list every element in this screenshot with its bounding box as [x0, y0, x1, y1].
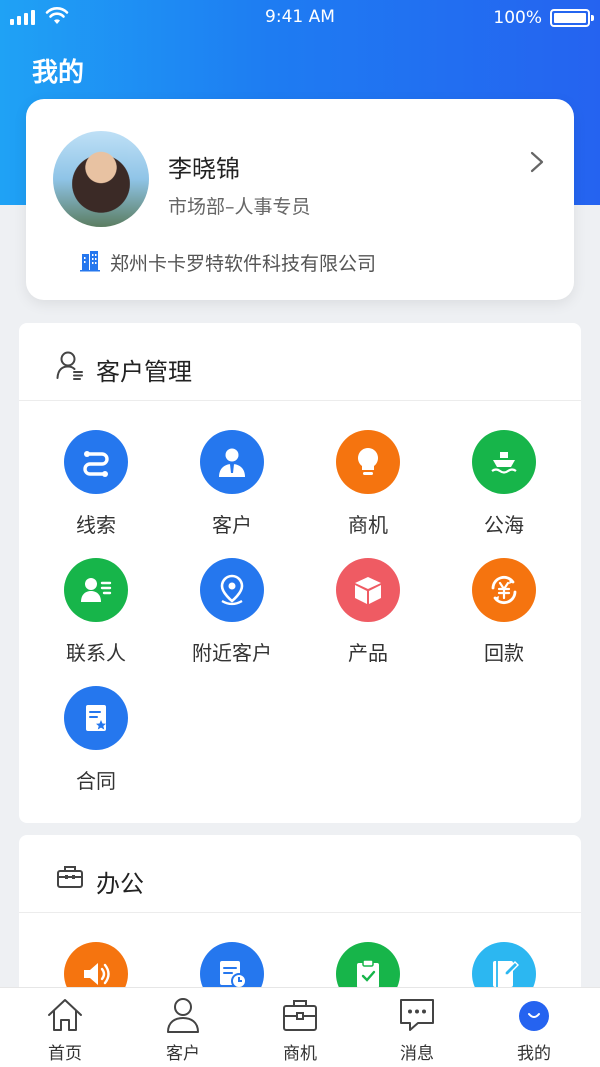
user-manage-icon	[56, 351, 83, 380]
tab-label: 我的	[517, 1044, 551, 1064]
tab-label: 商机	[283, 1044, 317, 1064]
company-name: 郑州卡卡罗特软件科技有限公司	[110, 253, 377, 275]
tab-messages[interactable]: 消息	[357, 988, 477, 1067]
customer-management-section: 客户管理 线索 客户 商机 公海 联系人 附近客户 产品 回款 合同	[19, 323, 581, 823]
grid-item-label: 客户	[212, 513, 252, 537]
briefcase-icon	[283, 1000, 317, 1031]
battery-icon	[550, 9, 594, 27]
status-bar: 9:41 AM 100%	[0, 0, 600, 36]
tab-customers[interactable]: 客户	[123, 988, 243, 1067]
grid-item-contacts[interactable]: 联系人	[28, 558, 164, 678]
section-header: 办公	[19, 835, 581, 913]
tab-label: 消息	[400, 1044, 434, 1064]
grid-item-leads[interactable]: 线索	[28, 430, 164, 550]
contact-card-icon	[64, 558, 128, 622]
grid-item-label: 联系人	[66, 641, 126, 665]
tab-home[interactable]: 首页	[5, 988, 125, 1067]
grid-item-label: 产品	[348, 641, 388, 665]
home-icon	[48, 999, 82, 1031]
grid-item-contracts[interactable]: 合同	[28, 686, 164, 806]
me-icon	[519, 1001, 549, 1031]
ship-icon	[472, 430, 536, 494]
grid-item-public-pool[interactable]: 公海	[436, 430, 572, 550]
grid-item-label: 公海	[484, 513, 524, 537]
battery-percent: 100%	[493, 8, 542, 28]
grid-item-customers[interactable]: 客户	[164, 430, 300, 550]
grid-item-opportunities[interactable]: 商机	[300, 430, 436, 550]
yuan-refresh-icon	[472, 558, 536, 622]
grid-item-label: 附近客户	[192, 641, 272, 665]
lightbulb-icon	[336, 430, 400, 494]
page-title: 我的	[32, 58, 85, 88]
grid-item-label: 商机	[348, 513, 388, 537]
office-section: 办公	[19, 835, 581, 1005]
box-icon	[336, 558, 400, 622]
section-header: 客户管理	[19, 323, 581, 401]
avatar[interactable]	[53, 131, 149, 227]
chat-bubble-icon	[400, 999, 434, 1031]
building-icon	[80, 251, 100, 272]
user-department: 市场部–人事专员	[168, 196, 311, 218]
grid-item-label: 线索	[76, 513, 116, 537]
grid-item-label: 合同	[76, 769, 116, 793]
bottom-tab-bar: 首页 客户 商机 消息 我的	[0, 987, 600, 1067]
grid-item-nearby-customers[interactable]: 附近客户	[164, 558, 300, 678]
chevron-right-icon[interactable]	[530, 151, 544, 173]
location-pin-icon	[200, 558, 264, 622]
section-title: 办公	[96, 870, 144, 898]
section-title: 客户管理	[96, 358, 192, 386]
contract-icon	[64, 686, 128, 750]
customer-icon	[200, 430, 264, 494]
profile-card[interactable]: 李晓锦 市场部–人事专员 郑州卡卡罗特软件科技有限公司	[26, 99, 574, 300]
tab-label: 首页	[48, 1044, 82, 1064]
grid-item-payments[interactable]: 回款	[436, 558, 572, 678]
tab-label: 客户	[166, 1044, 200, 1064]
person-icon	[167, 998, 199, 1033]
toolbox-icon	[57, 866, 83, 888]
lead-icon	[64, 430, 128, 494]
tab-opportunities[interactable]: 商机	[240, 988, 360, 1067]
grid-item-products[interactable]: 产品	[300, 558, 436, 678]
tab-me[interactable]: 我的	[474, 988, 594, 1067]
user-name: 李晓锦	[168, 155, 240, 183]
grid-item-label: 回款	[484, 641, 524, 665]
